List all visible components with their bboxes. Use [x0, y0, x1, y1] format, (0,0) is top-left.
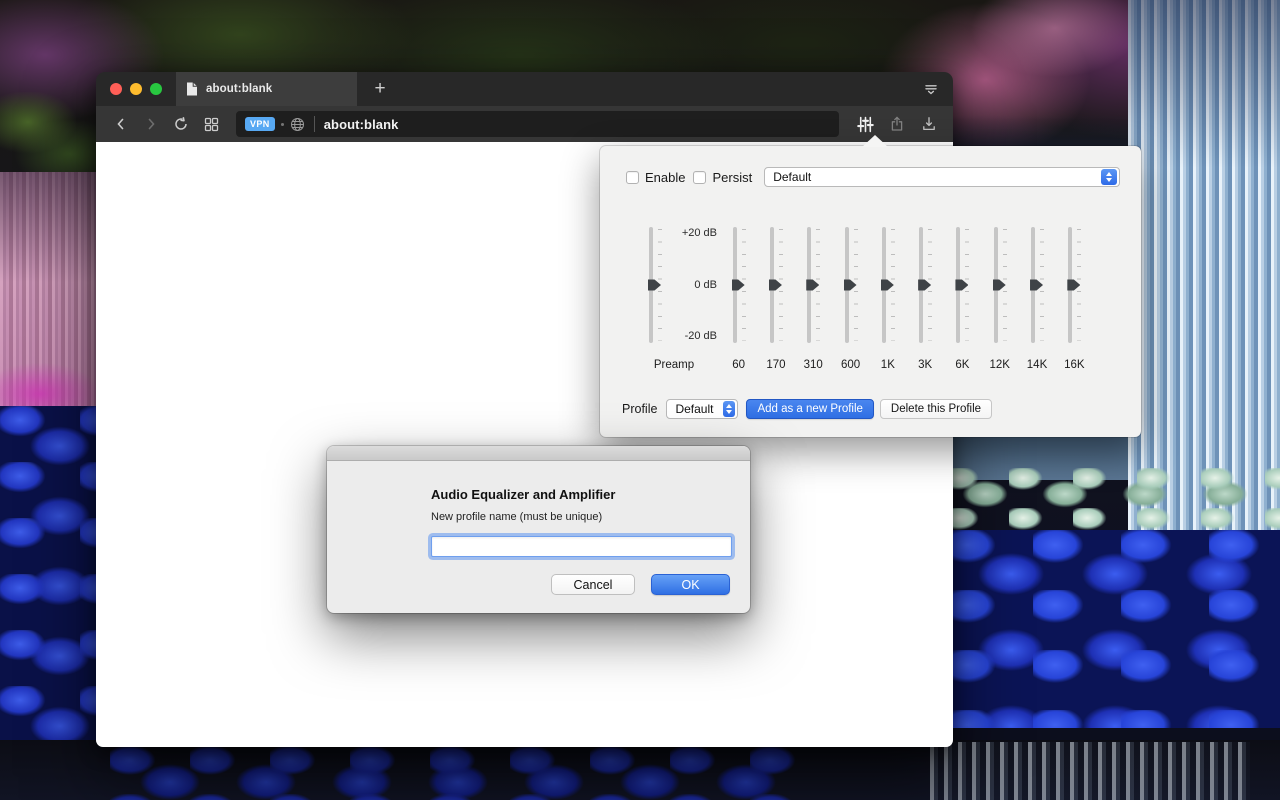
eq-scale-bottom: -20 dB: [684, 330, 717, 342]
reload-button[interactable]: [168, 111, 194, 137]
eq-band-slider[interactable]: [880, 227, 896, 343]
cancel-button[interactable]: Cancel: [551, 574, 635, 595]
persist-label: Persist: [712, 169, 753, 185]
close-window-button[interactable]: [110, 83, 122, 95]
navigation-toolbar: VPN about:blank: [96, 106, 953, 142]
vpn-badge[interactable]: VPN: [245, 117, 275, 131]
eq-band-slider[interactable]: [805, 227, 821, 343]
wallpaper-layer: [930, 742, 1250, 800]
eq-preamp-group: +20 dB 0 dB -20 dB Preamp: [628, 227, 720, 371]
eq-band-label: 600: [840, 359, 861, 371]
add-profile-button[interactable]: Add as a new Profile: [746, 399, 874, 419]
eq-band-slider[interactable]: [843, 227, 859, 343]
dialog-titlebar: [327, 446, 750, 461]
eq-band-label: 14K: [1026, 359, 1048, 371]
eq-band-slider[interactable]: [917, 227, 933, 343]
tab-menu-icon[interactable]: [909, 72, 953, 106]
dialog-body: Audio Equalizer and Amplifier New profil…: [327, 461, 750, 595]
eq-band-label: 6K: [955, 359, 970, 371]
dialog-subtitle: New profile name (must be unique): [431, 511, 603, 523]
profile-select-value: Default: [675, 402, 714, 416]
eq-scale-top: +20 dB: [681, 227, 717, 239]
tab-title: about:blank: [206, 83, 273, 95]
dialog-title: Audio Equalizer and Amplifier: [431, 487, 616, 502]
url-text: about:blank: [323, 116, 399, 132]
new-profile-dialog: Audio Equalizer and Amplifier New profil…: [327, 446, 750, 613]
back-button[interactable]: [108, 111, 134, 137]
profile-name-input[interactable]: [431, 536, 732, 557]
eq-band-slider[interactable]: [768, 227, 784, 343]
eq-band-label: 170: [766, 359, 786, 371]
dialog-buttons: Cancel OK: [431, 574, 732, 595]
zoom-window-button[interactable]: [150, 83, 162, 95]
select-stepper-icon: [1101, 169, 1117, 185]
window-controls: [96, 72, 176, 106]
eq-band-3K: 3K: [906, 227, 943, 371]
speed-dial-icon[interactable]: [198, 111, 224, 137]
eq-scale-labels: +20 dB 0 dB -20 dB: [667, 227, 717, 343]
desktop: about:blank + VPN about:blank Enable Per…: [0, 0, 1280, 800]
address-separator-dot: [280, 122, 284, 126]
eq-band-label: 310: [803, 359, 823, 371]
profile-select[interactable]: Default: [666, 399, 739, 419]
minimize-window-button[interactable]: [130, 83, 142, 95]
preset-select-value: Default: [773, 170, 812, 184]
eq-band-label: 16K: [1064, 359, 1085, 371]
popup-header-row: Enable Persist Default: [626, 167, 1120, 187]
address-bar[interactable]: VPN about:blank: [236, 111, 839, 137]
enable-checkbox[interactable]: [626, 170, 639, 184]
site-globe-icon[interactable]: [290, 117, 305, 132]
tab-bar: about:blank +: [96, 72, 953, 106]
eq-band-60: 60: [720, 227, 757, 371]
wallpaper-layer: [945, 530, 1280, 728]
address-divider: [313, 116, 315, 132]
eq-preamp-slider[interactable]: [647, 227, 663, 343]
eq-band-slider[interactable]: [1066, 227, 1082, 343]
eq-band-slider[interactable]: [731, 227, 747, 343]
eq-band-slider[interactable]: [1029, 227, 1045, 343]
tab-bar-spacer: [403, 72, 909, 106]
profile-row: Profile Default Add as a new Profile Del…: [622, 398, 993, 420]
profile-label: Profile: [622, 402, 658, 416]
persist-checkbox[interactable]: [693, 170, 707, 184]
eq-band-600: 600: [832, 227, 869, 371]
eq-bands: 60 170 310 600 1K 3K 6K 12K 14K 16K: [720, 227, 1141, 371]
eq-band-14K: 14K: [1018, 227, 1055, 371]
select-stepper-icon: [723, 401, 736, 417]
eq-band-16K: 16K: [1056, 227, 1093, 371]
eq-band-label: 12K: [989, 359, 1010, 371]
share-icon[interactable]: [883, 111, 911, 137]
eq-band-6K: 6K: [944, 227, 981, 371]
eq-scale-mid: 0 dB: [694, 279, 717, 291]
page-icon: [186, 82, 198, 96]
delete-profile-button[interactable]: Delete this Profile: [879, 399, 993, 419]
forward-button[interactable]: [138, 111, 164, 137]
enable-label: Enable: [645, 169, 686, 185]
eq-band-slider[interactable]: [954, 227, 970, 343]
new-tab-button[interactable]: +: [357, 72, 403, 106]
eq-band-label: 3K: [918, 359, 933, 371]
download-icon[interactable]: [915, 111, 943, 137]
equalizer-popup: Enable Persist Default +20 dB 0 dB -20 d…: [600, 135, 1141, 437]
eq-band-slider[interactable]: [992, 227, 1008, 343]
preset-select[interactable]: Default: [764, 167, 1120, 187]
wallpaper-layer: [110, 746, 810, 800]
popup-arrow: [862, 135, 888, 147]
eq-band-label: 60: [732, 359, 746, 371]
ok-button[interactable]: OK: [651, 574, 730, 595]
eq-band-170: 170: [757, 227, 794, 371]
eq-band-12K: 12K: [981, 227, 1018, 371]
tab-about-blank[interactable]: about:blank: [176, 72, 357, 106]
equalizer-extension-icon[interactable]: [851, 111, 879, 137]
eq-band-310: 310: [795, 227, 832, 371]
eq-band-1K: 1K: [869, 227, 906, 371]
eq-band-label: 1K: [880, 359, 895, 371]
eq-preamp-label: Preamp: [653, 359, 695, 371]
equalizer-sliders: +20 dB 0 dB -20 dB Preamp 60 170 310 600 1K 3…: [628, 227, 1141, 371]
